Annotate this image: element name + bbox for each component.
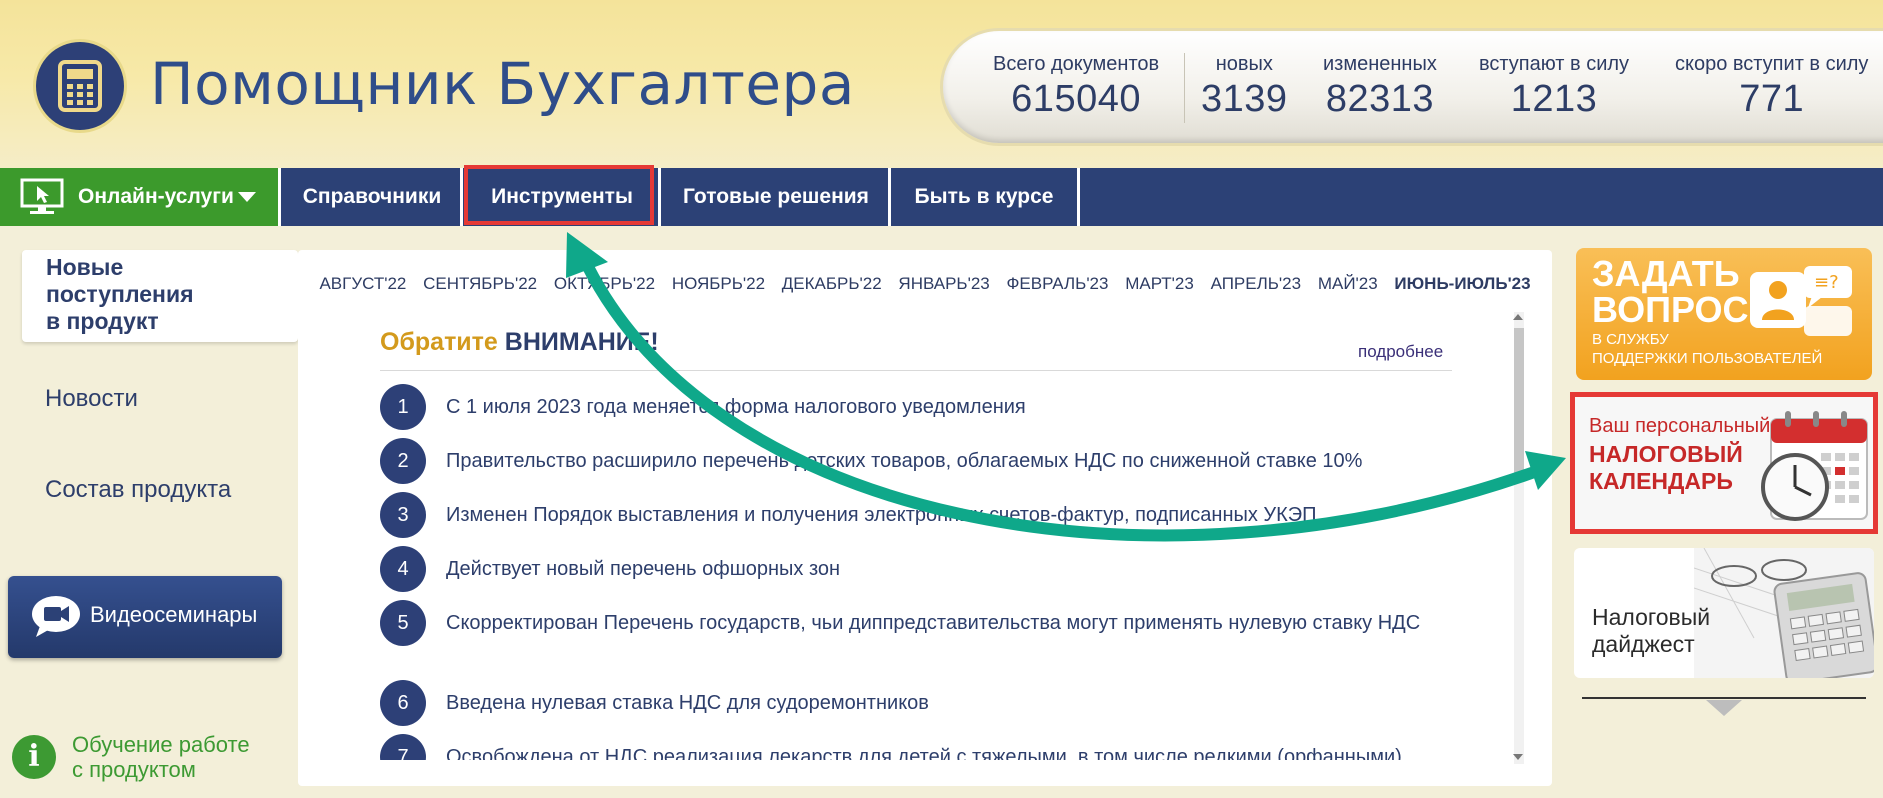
annotation-arrow [566, 232, 1566, 542]
